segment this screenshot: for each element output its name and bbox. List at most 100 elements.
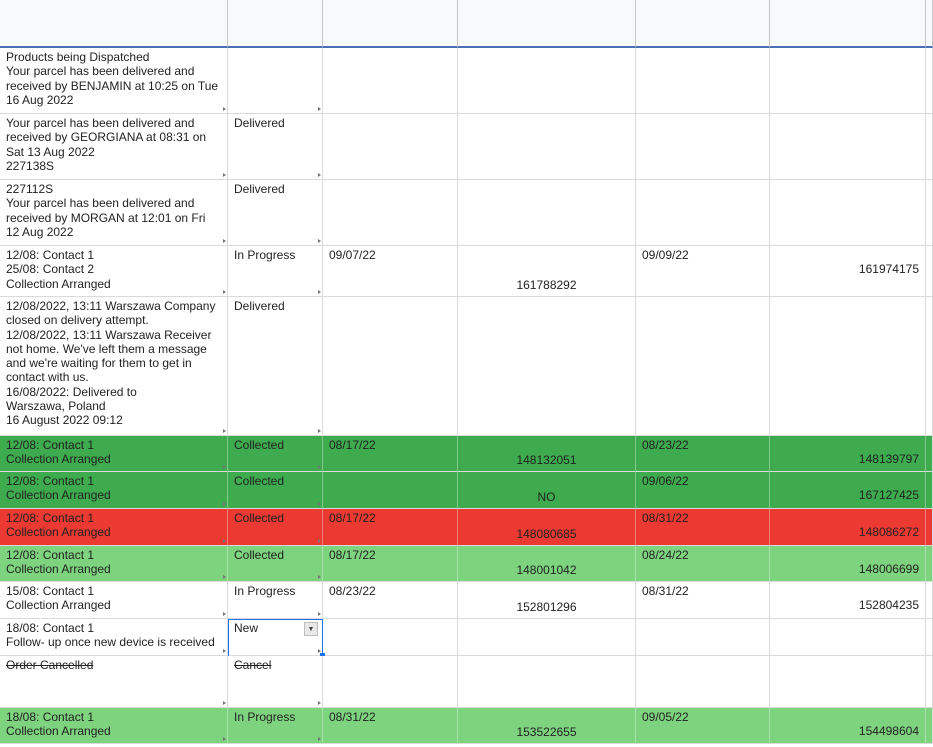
- ret-track-cell[interactable]: 148006699: [770, 546, 926, 582]
- status-value: Collected: [234, 511, 285, 525]
- pack-date-cell[interactable]: 09/07/22: [323, 246, 458, 297]
- comment-cell[interactable]: Products being Dispatched Your parcel ha…: [0, 48, 228, 114]
- pack-track-cell[interactable]: 148080685: [458, 509, 636, 546]
- spreadsheet-grid: Products being Dispatched Your parcel ha…: [0, 0, 933, 747]
- pack-track-cell[interactable]: [458, 619, 636, 656]
- pack-track-cell[interactable]: [458, 180, 636, 246]
- pack-track-cell[interactable]: [458, 114, 636, 180]
- comment-cell[interactable]: 12/08: Contact 1 25/08: Contact 2 Collec…: [0, 246, 228, 297]
- ret-date-cell[interactable]: 08/24/22: [636, 546, 770, 582]
- ret-date-cell[interactable]: 08/31/22: [636, 509, 770, 546]
- column-header-ret-date[interactable]: [636, 0, 770, 48]
- cell-note-indicator-icon: [223, 701, 226, 705]
- column-header-ret-track[interactable]: [770, 0, 926, 48]
- comment-cell[interactable]: 18/08: Contact 1 Collection Arranged: [0, 708, 228, 744]
- cell-note-indicator-icon: [223, 737, 226, 741]
- ret-track-cell[interactable]: 152804235: [770, 582, 926, 619]
- pack-date-cell[interactable]: 08/17/22: [323, 546, 458, 582]
- status-cell[interactable]: Collected: [228, 472, 323, 509]
- ret-track-value: 154498604: [858, 724, 919, 738]
- pack-track-cell[interactable]: 153522655: [458, 708, 636, 744]
- pack-track-cell[interactable]: [458, 48, 636, 114]
- ret-date-cell[interactable]: 09/06/22: [636, 472, 770, 509]
- ret-date-cell[interactable]: [636, 619, 770, 656]
- ret-track-cell[interactable]: [770, 297, 926, 436]
- status-cell[interactable]: Delivered: [228, 180, 323, 246]
- ret-track-value: 152804235: [858, 598, 919, 612]
- comment-value: 12/08: Contact 1 Collection Arranged: [6, 511, 111, 540]
- status-value: Collected: [234, 438, 285, 452]
- ret-track-cell[interactable]: 148086272: [770, 509, 926, 546]
- ret-track-cell[interactable]: [770, 619, 926, 656]
- cell-note-indicator-icon: [223, 539, 226, 543]
- ret-track-cell[interactable]: [770, 180, 926, 246]
- comment-cell[interactable]: 12/08: Contact 1 Collection Arranged: [0, 509, 228, 546]
- comment-cell[interactable]: 12/08: Contact 1 Collection Arranged: [0, 436, 228, 472]
- status-cell[interactable]: In Progress: [228, 582, 323, 619]
- ret-date-value: 08/31/22: [642, 511, 689, 525]
- ret-date-cell[interactable]: 09/05/22: [636, 708, 770, 744]
- status-cell[interactable]: In Progress: [228, 708, 323, 744]
- ret-track-cell[interactable]: [770, 656, 926, 708]
- ret-date-cell[interactable]: [636, 180, 770, 246]
- status-cell[interactable]: Delivered: [228, 297, 323, 436]
- status-cell[interactable]: Cancel: [228, 656, 323, 708]
- comment-cell[interactable]: 12/08: Contact 1 Collection Arranged: [0, 546, 228, 582]
- ret-date-cell[interactable]: [636, 297, 770, 436]
- column-header-pack-track[interactable]: [458, 0, 636, 48]
- status-cell[interactable]: Collected: [228, 546, 323, 582]
- comment-cell[interactable]: 18/08: Contact 1 Follow- up once new dev…: [0, 619, 228, 656]
- comment-cell[interactable]: 15/08: Contact 1 Collection Arranged: [0, 582, 228, 619]
- comment-value: 12/08: Contact 1 Collection Arranged: [6, 438, 111, 467]
- pack-date-cell[interactable]: [323, 656, 458, 708]
- pack-track-cell[interactable]: NO: [458, 472, 636, 509]
- pack-date-cell[interactable]: 08/31/22: [323, 708, 458, 744]
- pack-track-value: 148080685: [516, 526, 577, 541]
- column-header-comment[interactable]: [0, 0, 228, 48]
- pack-date-cell[interactable]: [323, 180, 458, 246]
- pack-date-cell[interactable]: [323, 472, 458, 509]
- pack-date-cell[interactable]: 08/23/22: [323, 582, 458, 619]
- pack-track-cell[interactable]: [458, 656, 636, 708]
- pack-date-cell[interactable]: [323, 114, 458, 180]
- cell-note-indicator-icon: [318, 107, 321, 111]
- ret-track-cell[interactable]: 161974175: [770, 246, 926, 297]
- ret-track-cell[interactable]: [770, 114, 926, 180]
- comment-cell[interactable]: Your parcel has been delivered and recei…: [0, 114, 228, 180]
- ret-track-cell[interactable]: 148139797: [770, 436, 926, 472]
- pack-date-cell[interactable]: [323, 297, 458, 436]
- status-cell[interactable]: In Progress: [228, 246, 323, 297]
- ret-date-value: 08/24/22: [642, 548, 689, 562]
- pack-track-cell[interactable]: 161788292: [458, 246, 636, 297]
- ret-track-cell[interactable]: [770, 48, 926, 114]
- pack-track-cell[interactable]: 152801296: [458, 582, 636, 619]
- ret-track-cell[interactable]: 167127425: [770, 472, 926, 509]
- ret-date-cell[interactable]: [636, 48, 770, 114]
- pack-date-cell[interactable]: 08/17/22: [323, 436, 458, 472]
- column-header-pack-date[interactable]: [323, 0, 458, 48]
- comment-cell[interactable]: 12/08: Contact 1 Collection Arranged: [0, 472, 228, 509]
- status-cell[interactable]: [228, 48, 323, 114]
- ret-date-cell[interactable]: 08/23/22: [636, 436, 770, 472]
- pack-date-cell[interactable]: [323, 619, 458, 656]
- status-cell[interactable]: Delivered: [228, 114, 323, 180]
- status-cell[interactable]: Collected: [228, 509, 323, 546]
- comment-cell[interactable]: 12/08/2022, 13:11 Warszawa Company close…: [0, 297, 228, 436]
- pack-track-cell[interactable]: [458, 297, 636, 436]
- overflow-cell: [926, 180, 933, 246]
- pack-date-cell[interactable]: 08/17/22: [323, 509, 458, 546]
- ret-date-cell[interactable]: [636, 114, 770, 180]
- ret-date-cell[interactable]: [636, 656, 770, 708]
- ret-track-value: 148006699: [858, 562, 919, 576]
- pack-track-cell[interactable]: 148132051: [458, 436, 636, 472]
- pack-track-cell[interactable]: 148001042: [458, 546, 636, 582]
- comment-cell[interactable]: 227112S Your parcel has been delivered a…: [0, 180, 228, 246]
- column-header-status[interactable]: [228, 0, 323, 48]
- comment-cell[interactable]: Order Cancelled: [0, 656, 228, 708]
- ret-date-cell[interactable]: 09/09/22: [636, 246, 770, 297]
- ret-track-cell[interactable]: 154498604: [770, 708, 926, 744]
- ret-date-cell[interactable]: 08/31/22: [636, 582, 770, 619]
- pack-date-cell[interactable]: [323, 48, 458, 114]
- status-cell[interactable]: Collected: [228, 436, 323, 472]
- chevron-down-icon[interactable]: ▼: [304, 622, 318, 636]
